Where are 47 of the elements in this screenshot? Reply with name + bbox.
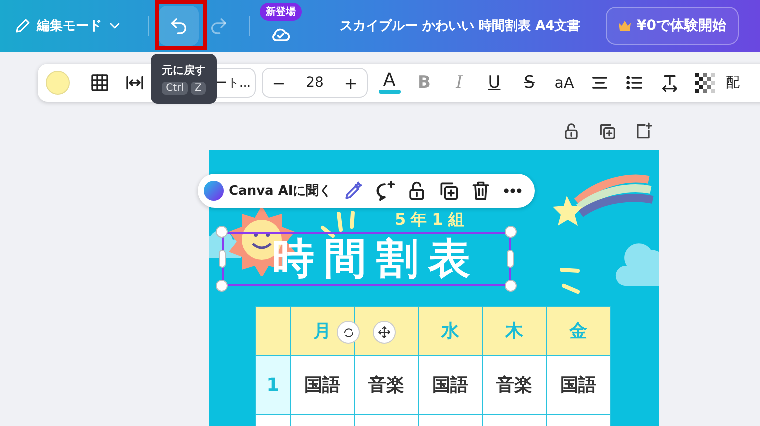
pencil-icon[interactable] — [14, 17, 32, 35]
subject-cell: 音楽 — [354, 356, 418, 414]
document-title[interactable]: スカイブルー かわいい 時間割表 A4文書 — [340, 17, 580, 35]
resize-handle[interactable] — [505, 226, 517, 238]
duplicate-icon[interactable] — [438, 180, 460, 202]
text-color-button[interactable]: A — [372, 67, 407, 99]
header-cell: 金 — [546, 306, 610, 356]
subject-cell: 音楽 — [482, 356, 546, 414]
add-page-icon[interactable] — [634, 122, 653, 141]
font-size-field[interactable]: 28 — [306, 75, 324, 91]
resize-handle[interactable] — [505, 280, 517, 292]
period-cell: 1 — [256, 356, 290, 414]
grid-icon[interactable] — [90, 73, 110, 93]
duplicate-icon[interactable] — [598, 122, 617, 141]
lock-icon[interactable] — [562, 122, 581, 141]
shortcut-key: Z — [190, 82, 206, 95]
resize-handle[interactable] — [219, 250, 226, 268]
position-button[interactable]: 配 — [726, 74, 740, 92]
move-icon[interactable] — [378, 326, 391, 339]
text-spacing-icon[interactable] — [660, 73, 680, 93]
header-cell: 水 — [418, 306, 482, 356]
subject-cell: 国語 — [418, 356, 482, 414]
resize-handle[interactable] — [216, 280, 228, 292]
checker-icon[interactable] — [694, 73, 714, 93]
color-swatch[interactable] — [46, 71, 70, 95]
subject-cell: 国語 — [290, 356, 354, 414]
new-badge: 新登場 — [260, 2, 302, 20]
add-comment-icon[interactable] — [374, 180, 396, 202]
header-cell: 木 — [482, 306, 546, 356]
trial-button[interactable]: ¥0で体験開始 — [606, 7, 740, 45]
subject-cell: 国語 — [546, 356, 610, 414]
undo-button[interactable] — [159, 6, 199, 46]
resize-handle[interactable] — [216, 226, 228, 238]
ai-logo-icon — [204, 181, 224, 201]
shortcut-key: Ctrl — [162, 82, 188, 95]
increase-size-button[interactable]: + — [338, 74, 363, 92]
tooltip-text: 元に戻す — [162, 63, 206, 78]
rotate-icon[interactable] — [342, 326, 354, 338]
ai-assistant-button[interactable]: Canva AIに聞く — [198, 181, 332, 201]
class-label: 5年1組 — [395, 210, 470, 231]
decrease-size-button[interactable]: − — [267, 74, 291, 92]
undo-icon[interactable] — [169, 16, 189, 36]
crown-icon — [619, 21, 631, 31]
strikethrough-button[interactable]: S — [512, 67, 547, 99]
letter-case-button[interactable]: aA — [547, 67, 582, 99]
underline-button[interactable]: U — [477, 67, 512, 99]
resize-handle[interactable] — [507, 250, 514, 268]
